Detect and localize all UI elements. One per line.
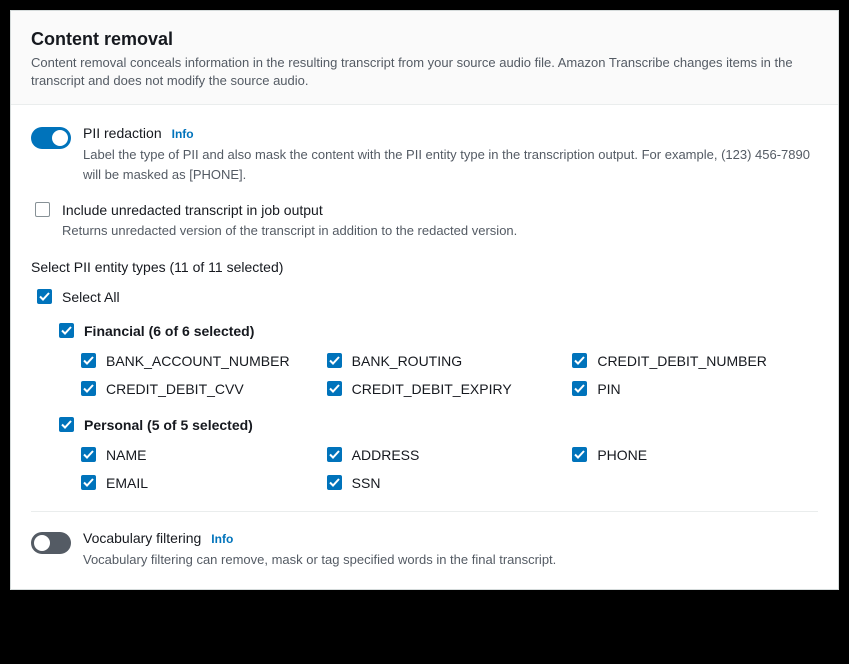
entity-pin: PIN — [572, 381, 818, 397]
entity-name: NAME — [81, 447, 327, 463]
vocab-filtering-title: Vocabulary filtering — [83, 530, 201, 546]
entity-credit-debit-number: CREDIT_DEBIT_NUMBER — [572, 353, 818, 369]
include-unredacted-checkbox[interactable] — [35, 202, 50, 217]
select-all-label: Select All — [62, 289, 120, 305]
entity-checkbox[interactable] — [81, 447, 96, 462]
toggle-knob — [34, 535, 50, 551]
pii-redaction-toggle[interactable] — [31, 127, 71, 149]
financial-group-header: Financial (6 of 6 selected) — [59, 323, 818, 339]
entity-label: PIN — [597, 381, 620, 397]
select-all-checkbox[interactable] — [37, 289, 52, 304]
entity-phone: PHONE — [572, 447, 818, 463]
vocab-filtering-toggle[interactable] — [31, 532, 71, 554]
entity-checkbox[interactable] — [81, 353, 96, 368]
entity-label: BANK_ACCOUNT_NUMBER — [106, 353, 290, 369]
panel-description: Content removal conceals information in … — [31, 54, 818, 90]
select-all-row: Select All — [37, 289, 818, 305]
financial-group-title: Financial (6 of 6 selected) — [84, 323, 254, 339]
pii-redaction-row: PII redaction Info Label the type of PII… — [31, 125, 818, 184]
include-unredacted-title: Include unredacted transcript in job out… — [62, 202, 818, 218]
pii-redaction-description: Label the type of PII and also mask the … — [83, 145, 818, 184]
entity-credit-debit-expiry: CREDIT_DEBIT_EXPIRY — [327, 381, 573, 397]
entity-label: EMAIL — [106, 475, 148, 491]
personal-group: Personal (5 of 5 selected) NAME ADDRESS … — [59, 417, 818, 491]
entity-checkbox[interactable] — [81, 475, 96, 490]
pii-redaction-info-link[interactable]: Info — [172, 127, 194, 141]
vocab-filtering-info-link[interactable]: Info — [211, 532, 233, 546]
include-unredacted-row: Include unredacted transcript in job out… — [35, 202, 818, 241]
panel-header: Content removal Content removal conceals… — [11, 11, 838, 105]
panel-title: Content removal — [31, 29, 818, 50]
personal-entity-grid: NAME ADDRESS PHONE EMAIL SSN — [81, 447, 818, 491]
financial-entity-grid: BANK_ACCOUNT_NUMBER BANK_ROUTING CREDIT_… — [81, 353, 818, 397]
financial-group-checkbox[interactable] — [59, 323, 74, 338]
entity-address: ADDRESS — [327, 447, 573, 463]
entity-label: CREDIT_DEBIT_CVV — [106, 381, 244, 397]
vocab-filtering-row: Vocabulary filtering Info Vocabulary fil… — [31, 530, 818, 570]
pii-redaction-content: PII redaction Info Label the type of PII… — [83, 125, 818, 184]
financial-group: Financial (6 of 6 selected) BANK_ACCOUNT… — [59, 323, 818, 397]
vocab-filtering-description: Vocabulary filtering can remove, mask or… — [83, 550, 818, 570]
entity-types-label: Select PII entity types (11 of 11 select… — [31, 259, 818, 275]
include-unredacted-description: Returns unredacted version of the transc… — [62, 221, 818, 241]
personal-group-checkbox[interactable] — [59, 417, 74, 432]
entity-label: SSN — [352, 475, 381, 491]
vocab-filtering-content: Vocabulary filtering Info Vocabulary fil… — [83, 530, 818, 570]
entity-checkbox[interactable] — [327, 353, 342, 368]
entity-bank-routing: BANK_ROUTING — [327, 353, 573, 369]
content-removal-panel: Content removal Content removal conceals… — [10, 10, 839, 590]
entity-checkbox[interactable] — [327, 447, 342, 462]
divider — [31, 511, 818, 512]
entity-label: BANK_ROUTING — [352, 353, 462, 369]
entity-bank-account-number: BANK_ACCOUNT_NUMBER — [81, 353, 327, 369]
include-unredacted-content: Include unredacted transcript in job out… — [62, 202, 818, 241]
entity-label: ADDRESS — [352, 447, 420, 463]
entity-checkbox[interactable] — [572, 447, 587, 462]
entity-checkbox[interactable] — [327, 381, 342, 396]
personal-group-title: Personal (5 of 5 selected) — [84, 417, 253, 433]
entity-label: NAME — [106, 447, 146, 463]
entity-label: PHONE — [597, 447, 647, 463]
personal-group-header: Personal (5 of 5 selected) — [59, 417, 818, 433]
entity-ssn: SSN — [327, 475, 573, 491]
entity-checkbox[interactable] — [81, 381, 96, 396]
entity-label: CREDIT_DEBIT_EXPIRY — [352, 381, 512, 397]
entity-checkbox[interactable] — [572, 353, 587, 368]
pii-redaction-title: PII redaction — [83, 125, 162, 141]
entity-label: CREDIT_DEBIT_NUMBER — [597, 353, 767, 369]
entity-credit-debit-cvv: CREDIT_DEBIT_CVV — [81, 381, 327, 397]
entity-email: EMAIL — [81, 475, 327, 491]
entity-checkbox[interactable] — [572, 381, 587, 396]
entity-checkbox[interactable] — [327, 475, 342, 490]
panel-body: PII redaction Info Label the type of PII… — [11, 105, 838, 589]
